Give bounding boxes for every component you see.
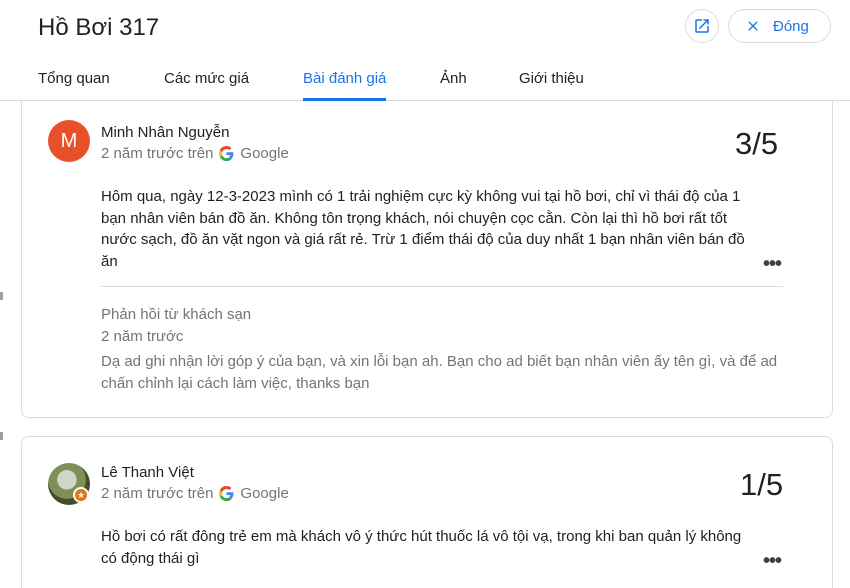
review-meta: 2 năm trước trên Google bbox=[101, 145, 289, 162]
left-edge-mark bbox=[0, 292, 3, 300]
review-text: Hôm qua, ngày 12-3-2023 mình có 1 trải n… bbox=[101, 188, 745, 270]
review-text: Hồ bơi có rất đông trẻ em mà khách vô ý … bbox=[101, 528, 742, 567]
panel-header: Hồ Bơi 317 Đóng Tổng quan Các mức giá Bà… bbox=[0, 0, 850, 101]
review-source: Google bbox=[240, 145, 289, 162]
review-rating: 1/5 bbox=[740, 467, 784, 502]
open-in-new-button[interactable] bbox=[685, 9, 719, 43]
page-title: Hồ Bơi 317 bbox=[38, 14, 160, 41]
tab-about[interactable]: Giới thiệu bbox=[519, 70, 584, 101]
avatar-letter: M bbox=[60, 129, 78, 152]
reviewer-name[interactable]: Lê Thanh Việt bbox=[101, 464, 194, 481]
close-icon bbox=[748, 21, 758, 31]
local-guide-badge-icon: ★ bbox=[73, 487, 89, 503]
tab-prices[interactable]: Các mức giá bbox=[164, 70, 249, 101]
google-logo-icon bbox=[219, 486, 234, 501]
review-rating: 3/5 bbox=[735, 126, 779, 161]
review-card: ★ Lê Thanh Việt 2 năm trước trên Google … bbox=[21, 436, 833, 588]
review-time: 2 năm trước trên bbox=[101, 485, 214, 502]
review-card: M Minh Nhân Nguyễn 2 năm trước trên Goog… bbox=[21, 90, 833, 418]
open-in-new-icon bbox=[695, 19, 709, 33]
review-source: Google bbox=[240, 485, 289, 502]
reply-divider bbox=[101, 286, 783, 287]
tab-bar: Tổng quan Các mức giá Bài đánh giá Ảnh G… bbox=[0, 68, 850, 101]
avatar[interactable]: M bbox=[48, 120, 90, 162]
more-horiz-icon[interactable]: ••• bbox=[763, 551, 782, 571]
tab-reviews[interactable]: Bài đánh giá bbox=[303, 70, 387, 101]
review-meta: 2 năm trước trên Google bbox=[101, 485, 289, 502]
more-horiz-icon[interactable]: ••• bbox=[763, 254, 782, 274]
google-logo-icon bbox=[219, 146, 234, 161]
review-time: 2 năm trước trên bbox=[101, 145, 214, 162]
close-button[interactable]: Đóng bbox=[728, 9, 831, 43]
owner-reply-text: Dạ ad ghi nhận lời góp ý của bạn, và xin… bbox=[101, 353, 778, 392]
close-label: Đóng bbox=[773, 17, 809, 35]
left-edge-mark bbox=[0, 432, 3, 440]
reviewer-name[interactable]: Minh Nhân Nguyễn bbox=[101, 124, 229, 141]
tab-photos[interactable]: Ảnh bbox=[440, 70, 467, 101]
tab-overview[interactable]: Tổng quan bbox=[38, 70, 110, 101]
owner-reply-label: Phản hồi từ khách sạn bbox=[101, 306, 252, 323]
owner-reply-date: 2 năm trước bbox=[101, 328, 184, 345]
